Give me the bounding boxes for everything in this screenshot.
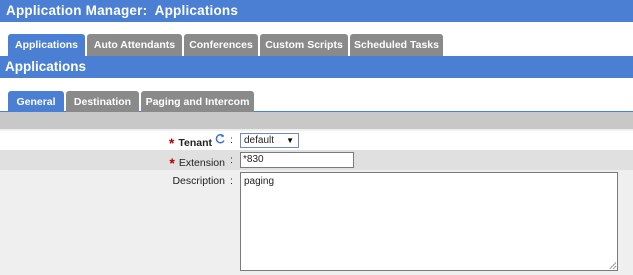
refresh-icon[interactable]	[214, 133, 226, 145]
tab-custom-scripts[interactable]: Custom Scripts	[260, 34, 348, 56]
tenant-colon: :	[230, 134, 233, 146]
main-tab-strip: Applications Auto Attendants Conferences…	[0, 22, 633, 56]
description-label: Description	[172, 175, 225, 187]
extension-colon: :	[230, 154, 233, 166]
tenant-label: * Tenant	[168, 135, 212, 151]
required-marker: *	[169, 155, 175, 171]
chevron-down-icon: ▼	[286, 136, 294, 145]
description-colon: :	[230, 175, 233, 187]
tab-destination[interactable]: Destination	[66, 91, 139, 113]
tab-general[interactable]: General	[8, 91, 64, 113]
resize-handle-icon[interactable]	[609, 262, 616, 269]
tab-paging-and-intercom[interactable]: Paging and Intercom	[141, 91, 254, 113]
description-text: paging	[244, 176, 275, 187]
extension-input[interactable]: *830	[240, 152, 354, 168]
sub-tab-strip: General Destination Paging and Intercom	[0, 78, 633, 113]
tab-conferences[interactable]: Conferences	[184, 34, 258, 56]
tab-applications[interactable]: Applications	[8, 34, 85, 56]
tab-scheduled-tasks[interactable]: Scheduled Tasks	[350, 34, 443, 56]
extension-label: * Extension	[169, 155, 225, 171]
app-title-bar: Application Manager: Applications	[0, 0, 633, 22]
required-marker: *	[168, 135, 175, 151]
tenant-select[interactable]: default ▼	[240, 133, 299, 148]
tenant-row: * Tenant :	[0, 131, 633, 151]
section-title: Applications	[5, 59, 87, 74]
tenant-select-value: default	[244, 135, 275, 146]
section-header: Applications	[0, 56, 633, 78]
tab-auto-attendants[interactable]: Auto Attendants	[87, 34, 182, 56]
page-title: Application Manager: Applications	[6, 3, 239, 18]
form-header-strip	[0, 112, 633, 129]
description-textarea[interactable]: paging	[240, 172, 618, 271]
